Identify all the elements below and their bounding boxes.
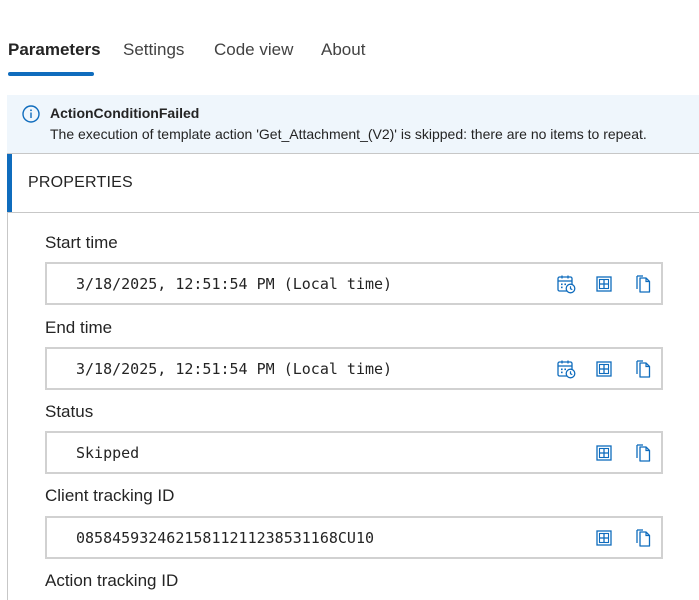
copy-icon[interactable] xyxy=(633,528,653,548)
section-title: PROPERTIES xyxy=(28,174,133,191)
end-time-label: End time xyxy=(45,318,113,337)
error-message-banner: ActionConditionFailed The execution of t… xyxy=(7,95,699,153)
calendar-clock-icon[interactable] xyxy=(556,274,576,294)
status-label: Status xyxy=(45,402,94,421)
copy-icon[interactable] xyxy=(633,274,653,294)
tab-bar: Parameters Settings Code view About xyxy=(0,0,699,84)
copy-icon[interactable] xyxy=(633,359,653,379)
status-field[interactable]: Skipped xyxy=(45,431,663,474)
table-view-icon[interactable] xyxy=(594,274,614,294)
tab-settings[interactable]: Settings xyxy=(123,38,184,62)
table-view-icon[interactable] xyxy=(594,359,614,379)
action-tracking-id-label: Action tracking ID xyxy=(45,571,179,590)
start-time-label: Start time xyxy=(45,233,118,252)
status-value: Skipped xyxy=(76,444,140,462)
end-time-field[interactable]: 3/18/2025, 12:51:54 PM (Local time) xyxy=(45,347,663,390)
table-view-icon[interactable] xyxy=(594,443,614,463)
client-tracking-id-field[interactable]: 08584593246215811211238531168CU10 xyxy=(45,516,663,559)
start-time-value: 3/18/2025, 12:51:54 PM (Local time) xyxy=(76,275,393,293)
banner-title: ActionConditionFailed xyxy=(50,105,200,121)
tab-about[interactable]: About xyxy=(321,38,365,62)
end-time-value: 3/18/2025, 12:51:54 PM (Local time) xyxy=(76,360,393,378)
tab-code-view[interactable]: Code view xyxy=(214,38,293,62)
table-view-icon[interactable] xyxy=(594,528,614,548)
active-tab-indicator xyxy=(8,72,94,76)
client-tracking-id-label: Client tracking ID xyxy=(45,486,175,505)
calendar-clock-icon[interactable] xyxy=(556,359,576,379)
section-accent-bar xyxy=(7,154,12,212)
properties-section-header[interactable]: PROPERTIES xyxy=(7,153,699,213)
start-time-field[interactable]: 3/18/2025, 12:51:54 PM (Local time) xyxy=(45,262,663,305)
copy-icon[interactable] xyxy=(633,443,653,463)
tab-parameters[interactable]: Parameters xyxy=(8,38,101,62)
client-tracking-id-value: 08584593246215811211238531168CU10 xyxy=(76,529,375,547)
section-left-border xyxy=(7,213,8,600)
info-icon xyxy=(21,104,41,124)
banner-message: The execution of template action 'Get_At… xyxy=(50,126,647,142)
